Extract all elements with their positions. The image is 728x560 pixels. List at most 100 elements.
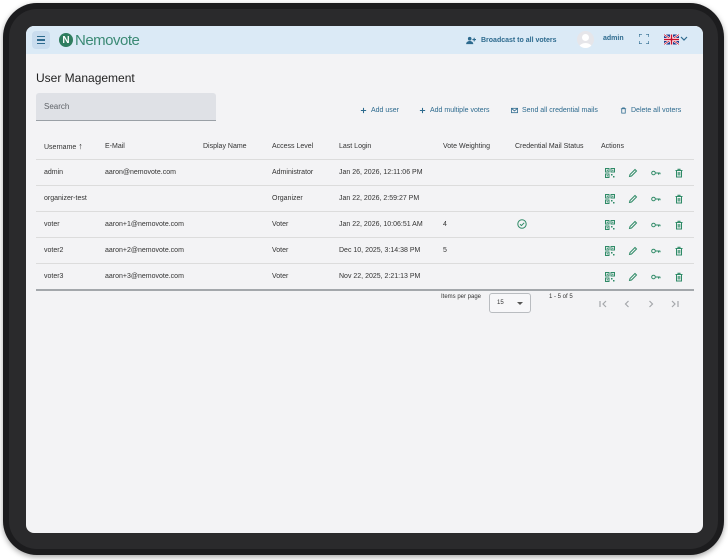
- cell-vote-weighting: 5: [435, 237, 507, 264]
- edit-pencil-icon[interactable]: [628, 272, 638, 282]
- qr-code-icon[interactable]: [605, 193, 615, 204]
- cell-actions: [593, 237, 694, 264]
- column-header-username[interactable]: Username ↑: [36, 133, 97, 160]
- add-multiple-voters-button[interactable]: Add multiple voters: [419, 107, 490, 114]
- edit-pencil-icon[interactable]: [628, 194, 638, 204]
- sort-arrow-icon: ↑: [78, 141, 83, 151]
- cell-actions: [593, 263, 694, 291]
- add-user-button[interactable]: Add user: [360, 107, 399, 114]
- cell-username: voter: [36, 211, 97, 238]
- key-icon[interactable]: [651, 272, 661, 282]
- table-row[interactable]: organizer-test Organizer Jan 22, 2026, 2:5…: [36, 185, 694, 212]
- plus-icon: [419, 107, 426, 114]
- cell-credential-mail-status: [507, 211, 593, 238]
- cell-display-name: [195, 159, 264, 186]
- column-header-last-login[interactable]: Last Login: [331, 133, 435, 160]
- mail-icon: [511, 107, 518, 114]
- cell-vote-weighting: [435, 263, 507, 291]
- delete-trash-icon[interactable]: [674, 272, 684, 282]
- cell-display-name: [195, 185, 264, 212]
- cell-email: aaron@nemovote.com: [97, 159, 195, 186]
- column-header-access-level[interactable]: Access Level: [264, 133, 331, 160]
- app-screen: N Nemovote Broadcast to all voters admin…: [26, 26, 703, 533]
- cell-access-level: Administrator: [264, 159, 331, 186]
- cell-display-name: [195, 237, 264, 264]
- next-page-icon[interactable]: [646, 299, 656, 309]
- cell-credential-mail-status: [507, 185, 593, 212]
- cell-last-login: Jan 22, 2026, 10:06:51 AM: [331, 211, 435, 238]
- table-row[interactable]: admin aaron@nemovote.com Administrator Jan …: [36, 159, 694, 186]
- cell-display-name: [195, 211, 264, 238]
- top-bar: N Nemovote Broadcast to all voters admin: [26, 26, 703, 54]
- uk-flag-icon[interactable]: [664, 34, 679, 45]
- cell-last-login: Jan 22, 2026, 2:59:27 PM: [331, 185, 435, 212]
- add-multiple-voters-label: Add multiple voters: [430, 107, 490, 114]
- edit-pencil-icon[interactable]: [628, 220, 638, 230]
- add-user-label: Add user: [371, 107, 400, 114]
- qr-code-icon[interactable]: [605, 219, 615, 230]
- cell-username: voter2: [36, 237, 97, 264]
- page-title: User Management: [36, 71, 135, 85]
- cell-actions: [593, 211, 694, 238]
- fullscreen-icon[interactable]: [639, 34, 649, 44]
- avatar[interactable]: [577, 31, 594, 48]
- broadcast-users-icon: [466, 36, 476, 44]
- qr-code-icon[interactable]: [605, 271, 615, 282]
- chevron-down-icon[interactable]: [680, 34, 688, 44]
- plus-icon: [360, 107, 367, 114]
- first-page-icon[interactable]: [598, 299, 608, 309]
- table-header-row: Username ↑ E-Mail Display Name Access Le…: [36, 133, 694, 160]
- broadcast-button[interactable]: Broadcast to all voters: [466, 32, 556, 48]
- key-icon[interactable]: [651, 168, 661, 178]
- app-logo[interactable]: N Nemovote: [59, 29, 140, 51]
- previous-page-icon[interactable]: [622, 299, 632, 309]
- cell-email: aaron+1@nemovote.com: [97, 211, 195, 238]
- edit-pencil-icon[interactable]: [628, 246, 638, 256]
- table-row[interactable]: voter3 aaron+3@nemovote.com Voter Nov 22, 2…: [36, 263, 694, 291]
- search-input[interactable]: Search: [36, 93, 216, 121]
- key-icon[interactable]: [651, 194, 661, 204]
- page-size-select[interactable]: 15: [489, 293, 531, 313]
- qr-code-icon[interactable]: [605, 245, 615, 256]
- cell-access-level: Voter: [264, 263, 331, 291]
- user-name[interactable]: admin: [603, 35, 624, 42]
- send-credential-mails-label: Send all credential mails: [522, 107, 598, 114]
- delete-trash-icon[interactable]: [674, 168, 684, 178]
- last-page-icon[interactable]: [670, 299, 680, 309]
- delete-trash-icon[interactable]: [674, 246, 684, 256]
- qr-code-icon[interactable]: [605, 167, 615, 178]
- edit-pencil-icon[interactable]: [628, 168, 638, 178]
- cell-credential-mail-status: [507, 263, 593, 291]
- cell-access-level: Organizer: [264, 185, 331, 212]
- table-body: admin aaron@nemovote.com Administrator Jan …: [36, 159, 694, 291]
- logo-text: Nemovote: [75, 31, 140, 49]
- cell-email: aaron+3@nemovote.com: [97, 263, 195, 291]
- cell-email: aaron+2@nemovote.com: [97, 237, 195, 264]
- cell-last-login: Nov 22, 2025, 2:21:13 PM: [331, 263, 435, 291]
- delete-trash-icon[interactable]: [674, 194, 684, 204]
- users-table: Username ↑ E-Mail Display Name Access Le…: [36, 133, 694, 291]
- delete-trash-icon[interactable]: [674, 220, 684, 230]
- cell-credential-mail-status: [507, 237, 593, 264]
- broadcast-label: Broadcast to all voters: [481, 36, 557, 44]
- send-credential-mails-button[interactable]: Send all credential mails: [511, 107, 598, 114]
- menu-icon[interactable]: [32, 31, 50, 49]
- column-header-display-name[interactable]: Display Name: [195, 133, 264, 160]
- cell-email: [97, 185, 195, 212]
- cell-vote-weighting: [435, 159, 507, 186]
- column-header-vote-weighting[interactable]: Vote Weighting: [435, 133, 507, 160]
- column-header-email[interactable]: E-Mail: [97, 133, 195, 160]
- key-icon[interactable]: [651, 246, 661, 256]
- table-row[interactable]: voter aaron+1@nemovote.com Voter Jan 22, 20…: [36, 211, 694, 238]
- items-per-page-label: Items per page: [441, 294, 482, 300]
- cell-access-level: Voter: [264, 237, 331, 264]
- cell-vote-weighting: [435, 185, 507, 212]
- table-row[interactable]: voter2 aaron+2@nemovote.com Voter Dec 10, 2…: [36, 237, 694, 264]
- cell-actions: [593, 185, 694, 212]
- page-range-label: 1 - 5 of 5: [549, 294, 573, 300]
- cell-username: admin: [36, 159, 97, 186]
- delete-all-voters-button[interactable]: Delete all voters: [620, 107, 681, 114]
- search-placeholder: Search: [44, 102, 70, 111]
- column-header-credential-mail-status[interactable]: Credential Mail Status: [507, 133, 593, 160]
- key-icon[interactable]: [651, 220, 661, 230]
